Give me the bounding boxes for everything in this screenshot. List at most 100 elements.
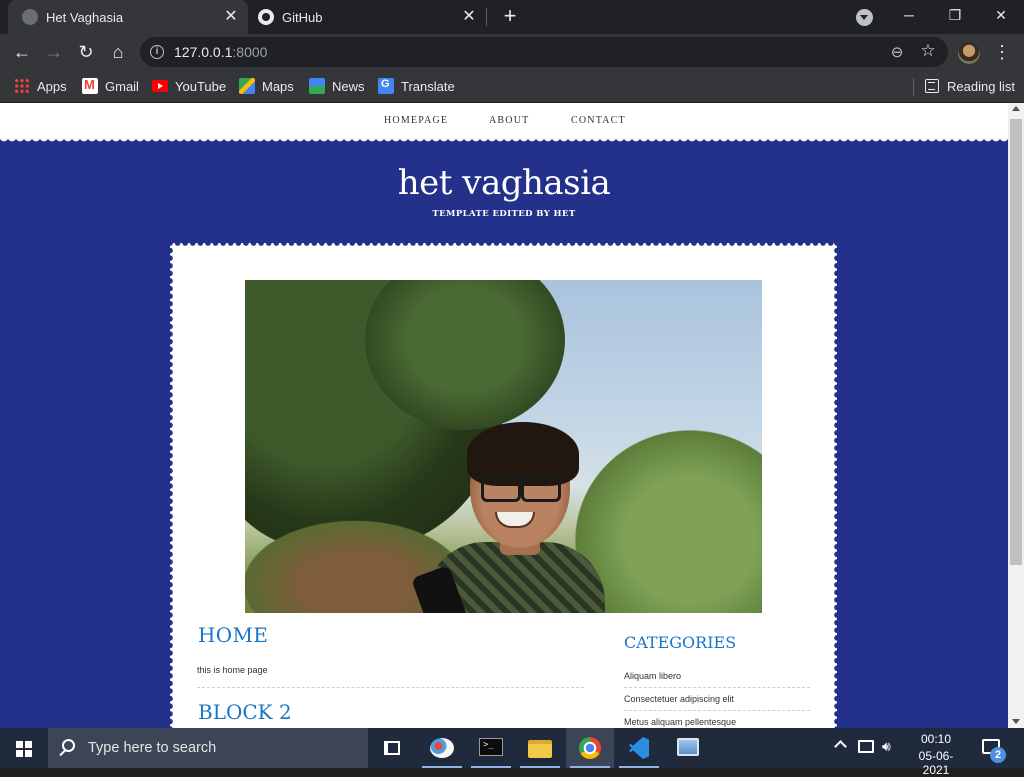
sidebar-heading-categories: CATEGORIES (624, 633, 737, 652)
gmail-icon (82, 77, 98, 94)
forward-arrow-icon[interactable]: → (42, 40, 66, 64)
bookmark-label: Gmail (105, 78, 139, 94)
bookmark-label: Apps (37, 78, 67, 94)
windows-logo-icon (16, 741, 32, 757)
apps-grid-icon (14, 78, 30, 94)
bookmark-label: News (332, 78, 365, 94)
bookmark-news[interactable]: News (309, 76, 365, 96)
minimize-button[interactable]: ─ (886, 0, 932, 30)
card-stamp-edge (833, 239, 841, 728)
site-nav: HOMEPAGE ABOUT CONTACT (0, 103, 1008, 139)
nav-scallop-border (0, 137, 1008, 145)
section-divider (197, 687, 584, 688)
network-icon[interactable] (858, 740, 874, 753)
close-tab-icon[interactable]: ✕ (222, 8, 240, 26)
bookmark-apps[interactable]: Apps (14, 76, 67, 96)
bookmark-label: Maps (262, 78, 294, 94)
taskbar-vscode[interactable] (615, 728, 663, 768)
taskbar-search[interactable]: Type here to search (48, 728, 368, 768)
tab-title: Het Vaghasia (46, 9, 124, 25)
profile-avatar[interactable] (958, 42, 980, 64)
nav-link-about[interactable]: ABOUT (489, 115, 529, 126)
taskbar-chrome[interactable] (566, 728, 614, 768)
page-viewport: HOMEPAGE ABOUT CONTACT het vaghasia TEMP… (0, 103, 1008, 728)
menu-kebab-icon[interactable]: ⋮ (992, 40, 1012, 64)
bookmark-youtube[interactable]: YouTube (152, 76, 226, 96)
reading-list-label: Reading list (947, 78, 1015, 94)
photo-foliage (575, 430, 762, 613)
tab-github[interactable]: GitHub ✕ (248, 0, 486, 34)
section-heading-home: HOME (198, 623, 269, 647)
bookmarks-bar: Apps Gmail YouTube Maps News Translate R… (0, 70, 1024, 103)
reload-icon[interactable]: ↻ (74, 40, 98, 64)
url-host: 127.0.0.1 (174, 44, 233, 60)
photo-glasses (477, 476, 565, 502)
reading-list-button[interactable]: Reading list (925, 76, 1015, 96)
bookmark-translate[interactable]: Translate (378, 76, 455, 96)
tab-strip: Het Vaghasia ✕ GitHub ✕ + ─ ❐ ✕ (0, 0, 1024, 34)
address-bar[interactable]: i 127.0.0.1:8000 ⊖ ☆ (140, 37, 948, 67)
bookmark-label: YouTube (175, 78, 227, 94)
site-title: het vaghasia (397, 163, 611, 203)
clock-time[interactable]: 00:10 (906, 732, 966, 746)
search-placeholder: Type here to search (88, 740, 217, 756)
bookmark-gmail[interactable]: Gmail (82, 76, 139, 96)
new-tab-button[interactable]: + (498, 5, 522, 29)
news-icon (309, 78, 325, 94)
youtube-icon (152, 80, 168, 92)
maps-icon (239, 78, 255, 94)
taskbar-file-explorer[interactable] (516, 728, 564, 768)
tab-title: GitHub (282, 9, 323, 25)
search-icon (62, 739, 75, 752)
show-hidden-icons-chevron-icon[interactable] (834, 740, 847, 753)
nav-link-contact[interactable]: CONTACT (571, 115, 626, 126)
start-button[interactable] (0, 728, 48, 768)
card-stamp-edge (166, 239, 174, 728)
bookmarks-separator (913, 78, 914, 96)
restore-button[interactable]: ❐ (932, 0, 978, 30)
nav-link-homepage[interactable]: HOMEPAGE (384, 115, 448, 126)
monitor-app-icon (677, 738, 699, 756)
browser-toolbar: ← → ↻ ⌂ i 127.0.0.1:8000 ⊖ ☆ ⋮ (0, 34, 1024, 70)
site-subtitle: TEMPLATE EDITED BY HET (432, 209, 576, 219)
task-view-icon (384, 741, 400, 755)
category-divider (624, 687, 810, 688)
category-divider (624, 710, 810, 711)
scroll-up-arrow-icon[interactable] (1012, 106, 1020, 111)
scroll-thumb[interactable] (1010, 119, 1022, 565)
close-window-button[interactable]: ✕ (978, 0, 1024, 30)
task-view-button[interactable] (368, 728, 416, 768)
tab-separator (486, 8, 487, 26)
tab-search-icon[interactable] (856, 9, 873, 26)
page-scrollbar[interactable] (1008, 103, 1024, 728)
hero-photo (245, 280, 762, 613)
taskbar-paint[interactable] (418, 728, 466, 768)
tab-het-vaghasia[interactable]: Het Vaghasia ✕ (8, 0, 248, 34)
file-explorer-icon (528, 740, 552, 758)
close-tab-icon[interactable]: ✕ (460, 8, 478, 26)
taskbar-monitor-app[interactable] (664, 728, 712, 768)
category-link[interactable]: Metus aliquam pellentesque (624, 717, 736, 727)
section-text-home: this is home page (197, 665, 268, 675)
chrome-icon (579, 737, 601, 759)
category-link[interactable]: Aliquam libero (624, 671, 681, 681)
url-text[interactable]: 127.0.0.1:8000 (174, 44, 267, 60)
site-info-icon[interactable]: i (150, 45, 164, 59)
bookmark-star-icon[interactable]: ☆ (918, 41, 938, 61)
home-icon[interactable]: ⌂ (106, 40, 130, 64)
windows-taskbar: Type here to search 🔊︎ 00:10 05-06-2021 … (0, 728, 1024, 777)
translate-icon (378, 78, 394, 94)
back-arrow-icon[interactable]: ← (10, 40, 34, 64)
bookmark-label: Translate (401, 78, 455, 94)
taskbar-terminal[interactable] (467, 728, 515, 768)
volume-icon[interactable]: 🔊︎ (882, 738, 891, 755)
notification-count-badge: 2 (990, 747, 1006, 763)
clock-date[interactable]: 05-06-2021 (906, 749, 966, 777)
scroll-down-arrow-icon[interactable] (1012, 719, 1020, 724)
zoom-icon[interactable]: ⊖ (888, 43, 906, 61)
category-link[interactable]: Consectetuer adipiscing elit (624, 694, 734, 704)
terminal-icon (479, 738, 503, 756)
reading-list-icon (925, 79, 939, 93)
bookmark-maps[interactable]: Maps (239, 76, 294, 96)
url-port: :8000 (232, 44, 268, 60)
